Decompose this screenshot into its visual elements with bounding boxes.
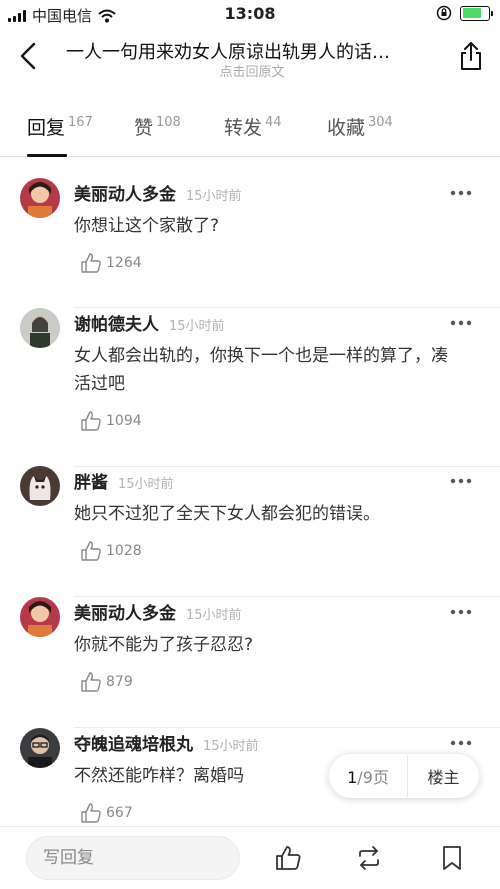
comment-author[interactable]: 胖酱 15小时前 xyxy=(74,468,174,493)
comment-author[interactable]: 美丽动人多金 15小时前 xyxy=(74,180,242,205)
total-pages: /9页 xyxy=(357,768,389,787)
comment-author[interactable]: 美丽动人多金 15小时前 xyxy=(74,599,242,624)
tab-label: 收藏 xyxy=(327,117,366,139)
thumbs-up-icon xyxy=(81,411,101,431)
like-button[interactable]: 879 xyxy=(80,671,133,693)
avatar[interactable] xyxy=(20,466,60,506)
like-count: 1028 xyxy=(106,543,142,559)
only-op-button[interactable]: 楼主 xyxy=(408,764,479,788)
tab-count: 108 xyxy=(156,115,181,130)
like-button[interactable]: 1094 xyxy=(80,410,142,432)
tab-reposts[interactable]: 转发 44 xyxy=(224,113,282,140)
page-navigator: 1/9页 楼主 xyxy=(329,754,479,798)
back-arrow-icon[interactable] xyxy=(14,40,44,72)
clock: 13:08 xyxy=(224,4,276,23)
tab-bar: 回复 167 赞 108 转发 44 收藏 304 xyxy=(0,105,500,157)
tab-count: 44 xyxy=(265,115,282,130)
comment-author[interactable]: 夺魄追魂培根丸 15小时前 xyxy=(74,730,259,755)
more-options-icon[interactable] xyxy=(450,320,472,326)
like-button[interactable]: 667 xyxy=(80,802,133,824)
tab-label: 赞 xyxy=(134,117,154,139)
thumbs-up-icon xyxy=(81,803,101,823)
like-count: 1264 xyxy=(106,255,142,271)
comment-time: 15小时前 xyxy=(186,608,242,623)
thumbs-up-icon xyxy=(81,253,101,273)
like-button[interactable]: 1028 xyxy=(80,540,142,562)
tab-count: 167 xyxy=(68,115,93,130)
tab-likes[interactable]: 赞 108 xyxy=(134,113,181,140)
like-count: 879 xyxy=(106,674,133,690)
nav-header: 一人一句用来劝女人原谅出轨男人的话… 点击回原文 xyxy=(0,28,500,90)
divider xyxy=(74,466,500,467)
more-options-icon[interactable] xyxy=(450,740,472,746)
thumbs-up-icon xyxy=(81,672,101,692)
avatar[interactable] xyxy=(20,308,60,348)
divider xyxy=(74,727,500,728)
tab-label: 回复 xyxy=(27,117,66,139)
avatar[interactable] xyxy=(20,728,60,768)
status-bar: 中国电信 13:08 xyxy=(0,0,500,28)
tab-count: 304 xyxy=(368,115,393,130)
comment-author[interactable]: 谢帕德夫人 15小时前 xyxy=(74,310,225,335)
avatar[interactable] xyxy=(20,597,60,637)
thumbs-up-icon xyxy=(81,541,101,561)
like-count: 1094 xyxy=(106,413,142,429)
tab-favorites[interactable]: 收藏 304 xyxy=(327,113,393,140)
comment-time: 15小时前 xyxy=(118,477,174,492)
bottom-action-bar: 写回复 xyxy=(0,826,500,889)
like-count: 667 xyxy=(106,805,133,821)
bookmark-icon[interactable] xyxy=(438,844,466,872)
back-to-original-link[interactable]: 点击回原文 xyxy=(66,61,438,80)
like-button[interactable]: 1264 xyxy=(80,252,142,274)
comment-time: 15小时前 xyxy=(203,739,259,754)
more-options-icon[interactable] xyxy=(450,190,472,196)
comment-text: 你就不能为了孩子忍忍? xyxy=(74,635,254,655)
more-options-icon[interactable] xyxy=(450,609,472,615)
thumbs-up-icon[interactable] xyxy=(274,844,302,872)
more-options-icon[interactable] xyxy=(450,478,472,484)
comment-time: 15小时前 xyxy=(169,319,225,334)
tab-label: 转发 xyxy=(224,117,263,139)
comment-text: 你想让这个家散了? xyxy=(74,216,220,236)
page-indicator[interactable]: 1/9页 xyxy=(329,764,407,788)
share-icon[interactable] xyxy=(456,40,486,72)
reply-input[interactable]: 写回复 xyxy=(26,836,240,880)
repost-icon[interactable] xyxy=(355,844,383,872)
divider xyxy=(74,307,500,308)
comment-text: 女人都会出轨的，你换下一个也是一样的算了，凑活过吧 xyxy=(74,346,448,394)
battery-icon xyxy=(460,5,493,21)
comment-time: 15小时前 xyxy=(186,189,242,204)
active-tab-indicator xyxy=(27,154,67,157)
comment-text: 她只不过犯了全天下女人都会犯的错误。 xyxy=(74,504,380,524)
orientation-lock-icon xyxy=(436,5,452,21)
current-page: 1 xyxy=(347,768,358,787)
avatar[interactable] xyxy=(20,178,60,218)
divider xyxy=(74,596,500,597)
tab-replies[interactable]: 回复 167 xyxy=(27,113,93,140)
